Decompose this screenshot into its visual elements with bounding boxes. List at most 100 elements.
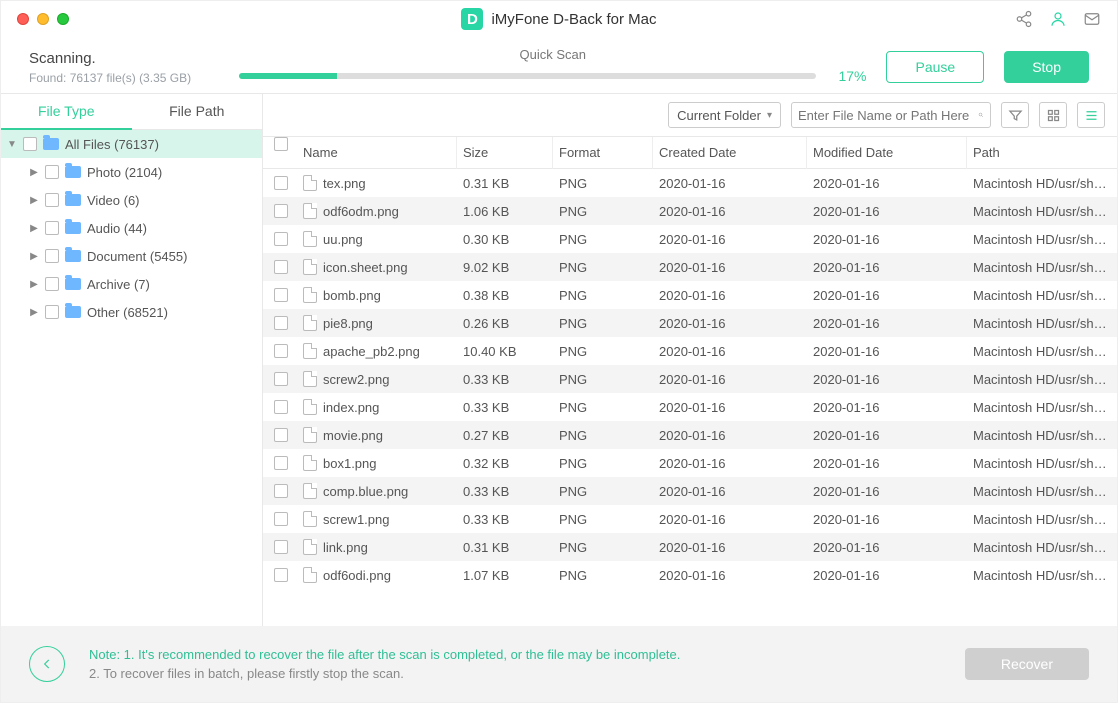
caret-right-icon[interactable]: ▶ <box>29 307 39 318</box>
search-input[interactable] <box>798 108 974 123</box>
file-icon <box>303 567 317 583</box>
tree-item[interactable]: ▶Other (68521) <box>1 298 262 326</box>
tree-item[interactable]: ▶Video (6) <box>1 186 262 214</box>
cell-size: 1.06 KB <box>457 204 553 219</box>
back-button[interactable] <box>29 646 65 682</box>
stop-button[interactable]: Stop <box>1004 51 1089 83</box>
tree-checkbox[interactable] <box>45 249 59 263</box>
tree-checkbox[interactable] <box>45 221 59 235</box>
tree-item[interactable]: ▼All Files (76137) <box>1 130 262 158</box>
table-row[interactable]: tex.png0.31 KBPNG2020-01-162020-01-16Mac… <box>263 169 1117 197</box>
table-row[interactable]: box1.png0.32 KBPNG2020-01-162020-01-16Ma… <box>263 449 1117 477</box>
folder-icon <box>65 250 81 262</box>
tree-checkbox[interactable] <box>45 165 59 179</box>
table-row[interactable]: link.png0.31 KBPNG2020-01-162020-01-16Ma… <box>263 533 1117 561</box>
search-box[interactable] <box>791 102 991 128</box>
row-checkbox[interactable] <box>274 316 288 330</box>
tree-checkbox[interactable] <box>23 137 37 151</box>
table-row[interactable]: odf6odi.png1.07 KBPNG2020-01-162020-01-1… <box>263 561 1117 589</box>
col-name[interactable]: Name <box>297 137 457 169</box>
tab-file-path[interactable]: File Path <box>132 94 263 130</box>
row-checkbox[interactable] <box>274 568 288 582</box>
select-all-checkbox[interactable] <box>274 137 288 151</box>
tree-checkbox[interactable] <box>45 193 59 207</box>
caret-right-icon[interactable]: ▶ <box>29 195 39 206</box>
cell-path: Macintosh HD/usr/share... <box>967 260 1115 275</box>
cell-modified: 2020-01-16 <box>807 456 967 471</box>
row-checkbox[interactable] <box>274 372 288 386</box>
cell-size: 0.31 KB <box>457 176 553 191</box>
cell-path: Macintosh HD/usr/share... <box>967 540 1115 555</box>
pause-button[interactable]: Pause <box>886 51 984 83</box>
cell-created: 2020-01-16 <box>653 540 807 555</box>
scope-dropdown[interactable]: Current Folder ▾ <box>668 102 781 128</box>
caret-down-icon[interactable]: ▼ <box>7 139 17 150</box>
cell-name: screw1.png <box>297 511 457 527</box>
cell-modified: 2020-01-16 <box>807 400 967 415</box>
tree-item[interactable]: ▶Archive (7) <box>1 270 262 298</box>
caret-right-icon[interactable]: ▶ <box>29 167 39 178</box>
row-checkbox[interactable] <box>274 288 288 302</box>
row-checkbox[interactable] <box>274 232 288 246</box>
row-checkbox[interactable] <box>274 484 288 498</box>
tree-checkbox[interactable] <box>45 277 59 291</box>
row-checkbox[interactable] <box>274 540 288 554</box>
tab-file-type[interactable]: File Type <box>1 94 132 130</box>
row-checkbox[interactable] <box>274 176 288 190</box>
cell-size: 0.32 KB <box>457 456 553 471</box>
grid-view-button[interactable] <box>1039 102 1067 128</box>
app-title: iMyFone D-Back for Mac <box>491 11 656 28</box>
col-size[interactable]: Size <box>457 137 553 169</box>
col-modified[interactable]: Modified Date <box>807 137 967 169</box>
row-checkbox[interactable] <box>274 204 288 218</box>
tree-item[interactable]: ▶Audio (44) <box>1 214 262 242</box>
cell-path: Macintosh HD/usr/share... <box>967 316 1115 331</box>
table-row[interactable]: index.png0.33 KBPNG2020-01-162020-01-16M… <box>263 393 1117 421</box>
row-checkbox[interactable] <box>274 260 288 274</box>
cell-created: 2020-01-16 <box>653 288 807 303</box>
table-row[interactable]: comp.blue.png0.33 KBPNG2020-01-162020-01… <box>263 477 1117 505</box>
cell-created: 2020-01-16 <box>653 316 807 331</box>
search-icon[interactable] <box>978 106 984 124</box>
feedback-icon[interactable] <box>1083 10 1101 28</box>
row-checkbox[interactable] <box>274 512 288 526</box>
list-view-button[interactable] <box>1077 102 1105 128</box>
col-path[interactable]: Path <box>967 137 1115 169</box>
tree-checkbox[interactable] <box>45 305 59 319</box>
cell-path: Macintosh HD/usr/share... <box>967 428 1115 443</box>
cell-size: 0.30 KB <box>457 232 553 247</box>
cell-modified: 2020-01-16 <box>807 372 967 387</box>
table-row[interactable]: movie.png0.27 KBPNG2020-01-162020-01-16M… <box>263 421 1117 449</box>
row-checkbox[interactable] <box>274 428 288 442</box>
row-checkbox[interactable] <box>274 456 288 470</box>
zoom-window-button[interactable] <box>57 13 69 25</box>
cell-size: 0.33 KB <box>457 512 553 527</box>
cell-size: 0.33 KB <box>457 372 553 387</box>
col-format[interactable]: Format <box>553 137 653 169</box>
table-row[interactable]: bomb.png0.38 KBPNG2020-01-162020-01-16Ma… <box>263 281 1117 309</box>
table-row[interactable]: screw1.png0.33 KBPNG2020-01-162020-01-16… <box>263 505 1117 533</box>
cell-modified: 2020-01-16 <box>807 568 967 583</box>
filter-button[interactable] <box>1001 102 1029 128</box>
table-row[interactable]: screw2.png0.33 KBPNG2020-01-162020-01-16… <box>263 365 1117 393</box>
account-icon[interactable] <box>1049 10 1067 28</box>
tree-item[interactable]: ▶Photo (2104) <box>1 158 262 186</box>
minimize-window-button[interactable] <box>37 13 49 25</box>
table-row[interactable]: odf6odm.png1.06 KBPNG2020-01-162020-01-1… <box>263 197 1117 225</box>
close-window-button[interactable] <box>17 13 29 25</box>
caret-right-icon[interactable]: ▶ <box>29 251 39 262</box>
share-icon[interactable] <box>1015 10 1033 28</box>
col-created[interactable]: Created Date <box>653 137 807 169</box>
caret-right-icon[interactable]: ▶ <box>29 279 39 290</box>
tree-item[interactable]: ▶Document (5455) <box>1 242 262 270</box>
table-row[interactable]: icon.sheet.png9.02 KBPNG2020-01-162020-0… <box>263 253 1117 281</box>
cell-path: Macintosh HD/usr/share... <box>967 400 1115 415</box>
row-checkbox[interactable] <box>274 400 288 414</box>
row-checkbox[interactable] <box>274 344 288 358</box>
table-row[interactable]: uu.png0.30 KBPNG2020-01-162020-01-16Maci… <box>263 225 1117 253</box>
recover-button[interactable]: Recover <box>965 648 1089 680</box>
caret-right-icon[interactable]: ▶ <box>29 223 39 234</box>
cell-format: PNG <box>553 512 653 527</box>
table-row[interactable]: apache_pb2.png10.40 KBPNG2020-01-162020-… <box>263 337 1117 365</box>
table-row[interactable]: pie8.png0.26 KBPNG2020-01-162020-01-16Ma… <box>263 309 1117 337</box>
